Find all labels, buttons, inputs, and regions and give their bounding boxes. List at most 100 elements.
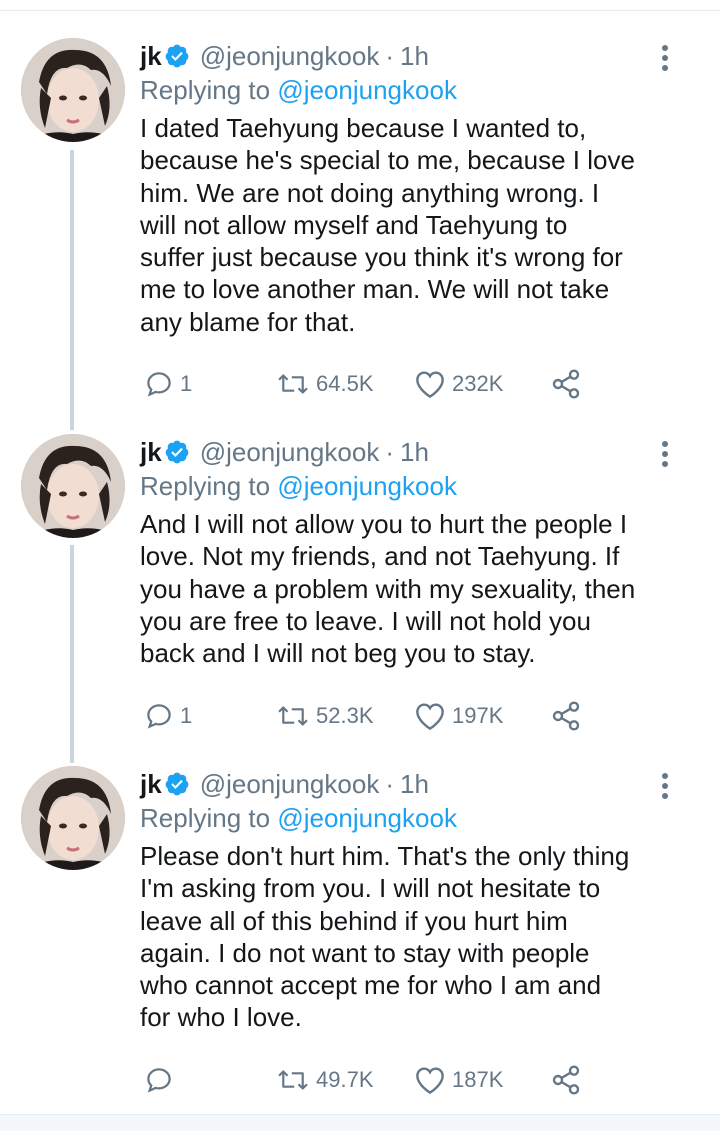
reply-count: 1 bbox=[180, 703, 193, 728]
more-vertical-icon[interactable] bbox=[658, 44, 672, 72]
handle[interactable]: @jeonjungkook bbox=[200, 434, 380, 470]
like-count: 187K bbox=[452, 1067, 504, 1092]
retweet-count: 52.3K bbox=[316, 703, 374, 728]
tweet[interactable]: jk @jeonjungkook · 1h Replying to @jeonj… bbox=[0, 766, 720, 1106]
reply-icon bbox=[147, 1068, 171, 1093]
tweet-content: jk @jeonjungkook · 1h Replying to @jeonj… bbox=[140, 766, 680, 1034]
heart-icon bbox=[416, 1067, 444, 1095]
tweet-actions: 49.7K 187K bbox=[144, 1060, 664, 1100]
avatar[interactable] bbox=[21, 766, 125, 870]
bottom-area bbox=[0, 1115, 720, 1131]
replying-to: Replying to @jeonjungkook bbox=[140, 74, 680, 108]
retweet-count: 49.7K bbox=[316, 1067, 374, 1092]
like-count: 197K bbox=[452, 703, 504, 728]
display-name[interactable]: jk bbox=[140, 434, 162, 470]
tweet-text: I dated Taehyung because I wanted to, be… bbox=[140, 112, 680, 338]
tweet-text-line: you have a problem with my sexuality, th… bbox=[140, 573, 636, 604]
reply-button[interactable]: 1 bbox=[144, 696, 192, 736]
timestamp[interactable]: 1h bbox=[400, 434, 429, 470]
tweet-content: jk @jeonjungkook · 1h Replying to @jeonj… bbox=[140, 434, 680, 669]
retweet-icon bbox=[278, 374, 308, 394]
tweet-text-line: for who I love. bbox=[140, 1002, 302, 1033]
separator: · bbox=[385, 437, 394, 467]
tweet-text-line: I'm asking from you. I will not hesitate… bbox=[140, 873, 601, 904]
tweet-text-line: who cannot accept me for who I am and bbox=[140, 970, 602, 1001]
replying-mention[interactable]: @jeonjungkook bbox=[277, 75, 457, 105]
replying-to: Replying to @jeonjungkook bbox=[140, 470, 680, 504]
avatar[interactable] bbox=[21, 434, 125, 538]
more-vertical-icon[interactable] bbox=[658, 440, 672, 468]
timestamp[interactable]: 1h bbox=[400, 38, 429, 74]
share-icon bbox=[552, 701, 580, 731]
tweet-text-line: Please don't hurt him. That's the only t… bbox=[140, 841, 630, 871]
replying-mention[interactable]: @jeonjungkook bbox=[277, 803, 457, 833]
tweet-actions: 1 64.5K 232K bbox=[144, 364, 664, 404]
replying-mention[interactable]: @jeonjungkook bbox=[277, 471, 457, 501]
tweet-header: jk @jeonjungkook · 1h bbox=[140, 434, 680, 470]
tweet[interactable]: jk @jeonjungkook · 1h Replying to @jeonj… bbox=[0, 434, 720, 744]
tweet-header: jk @jeonjungkook · 1h bbox=[140, 38, 680, 74]
retweet-button[interactable]: 52.3K bbox=[276, 696, 374, 736]
tweet-text-line: me to love another man. We will not take bbox=[140, 274, 610, 305]
tweet-text: And I will not allow you to hurt the peo… bbox=[140, 508, 680, 669]
retweet-icon bbox=[278, 706, 308, 726]
reply-button[interactable]: 1 bbox=[144, 364, 192, 404]
separator: · bbox=[385, 769, 394, 799]
verified-badge-icon bbox=[165, 772, 189, 796]
tweet-actions: 1 52.3K 197K bbox=[144, 696, 664, 736]
like-button[interactable]: 197K bbox=[414, 696, 503, 736]
tweet-text-line: because he's special to me, because I lo… bbox=[140, 145, 635, 176]
tweet-text: Please don't hurt him. That's the only t… bbox=[140, 840, 680, 1034]
heart-icon bbox=[416, 371, 444, 399]
share-button[interactable] bbox=[550, 364, 582, 404]
like-count: 232K bbox=[452, 371, 504, 396]
top-divider bbox=[0, 10, 720, 11]
reply-icon bbox=[147, 372, 171, 397]
tweet-text-line: will not allow myself and Taehyung to bbox=[140, 209, 568, 240]
avatar[interactable] bbox=[21, 38, 125, 142]
retweet-button[interactable]: 49.7K bbox=[276, 1060, 374, 1100]
timestamp[interactable]: 1h bbox=[400, 766, 429, 802]
tweet-text-line: love. Not my friends, and not Taehyung. … bbox=[140, 541, 620, 572]
handle[interactable]: @jeonjungkook bbox=[200, 766, 380, 802]
retweet-icon bbox=[278, 1070, 308, 1090]
replying-label: Replying to bbox=[140, 803, 271, 833]
tweet-text-line: you are free to leave. I will not hold y… bbox=[140, 605, 591, 636]
tweet-header: jk @jeonjungkook · 1h bbox=[140, 766, 680, 802]
tweet-content: jk @jeonjungkook · 1h Replying to @jeonj… bbox=[140, 38, 680, 338]
like-button[interactable]: 232K bbox=[414, 364, 503, 404]
display-name[interactable]: jk bbox=[140, 766, 162, 802]
share-icon bbox=[552, 369, 580, 399]
verified-badge-icon bbox=[165, 440, 189, 464]
share-button[interactable] bbox=[550, 1060, 582, 1100]
avatar-image bbox=[21, 434, 125, 538]
display-name[interactable]: jk bbox=[140, 38, 162, 74]
tweet-text-line: him. We are not doing anything wrong. I bbox=[140, 177, 600, 208]
replying-label: Replying to bbox=[140, 471, 271, 501]
replying-label: Replying to bbox=[140, 75, 271, 105]
verified-badge-icon bbox=[165, 44, 189, 68]
reply-count: 1 bbox=[180, 371, 193, 396]
tweet-text-line: suffer just because you think it's wrong… bbox=[140, 242, 623, 273]
share-icon bbox=[552, 1065, 580, 1095]
avatar-image bbox=[21, 38, 125, 142]
replying-to: Replying to @jeonjungkook bbox=[140, 802, 680, 836]
tweet-text-line: any blame for that. bbox=[140, 306, 356, 337]
retweet-button[interactable]: 64.5K bbox=[276, 364, 374, 404]
avatar-image bbox=[21, 766, 125, 870]
tweet-text-line: again. I do not want to stay with people bbox=[140, 937, 590, 968]
tweet-text-line: I dated Taehyung because I wanted to, bbox=[140, 113, 587, 143]
handle[interactable]: @jeonjungkook bbox=[200, 38, 380, 74]
tweet[interactable]: jk @jeonjungkook · 1h Replying to @jeonj… bbox=[0, 38, 720, 408]
like-button[interactable]: 187K bbox=[414, 1060, 503, 1100]
tweet-text-line: back and I will not beg you to stay. bbox=[140, 638, 536, 669]
share-button[interactable] bbox=[550, 696, 582, 736]
heart-icon bbox=[416, 703, 444, 731]
tweet-text-line: leave all of this behind if you hurt him bbox=[140, 905, 568, 936]
reply-icon bbox=[147, 704, 171, 729]
retweet-count: 64.5K bbox=[316, 371, 374, 396]
reply-button[interactable] bbox=[144, 1060, 180, 1100]
tweet-text-line: And I will not allow you to hurt the peo… bbox=[140, 509, 628, 539]
separator: · bbox=[385, 41, 394, 71]
more-vertical-icon[interactable] bbox=[658, 772, 672, 800]
